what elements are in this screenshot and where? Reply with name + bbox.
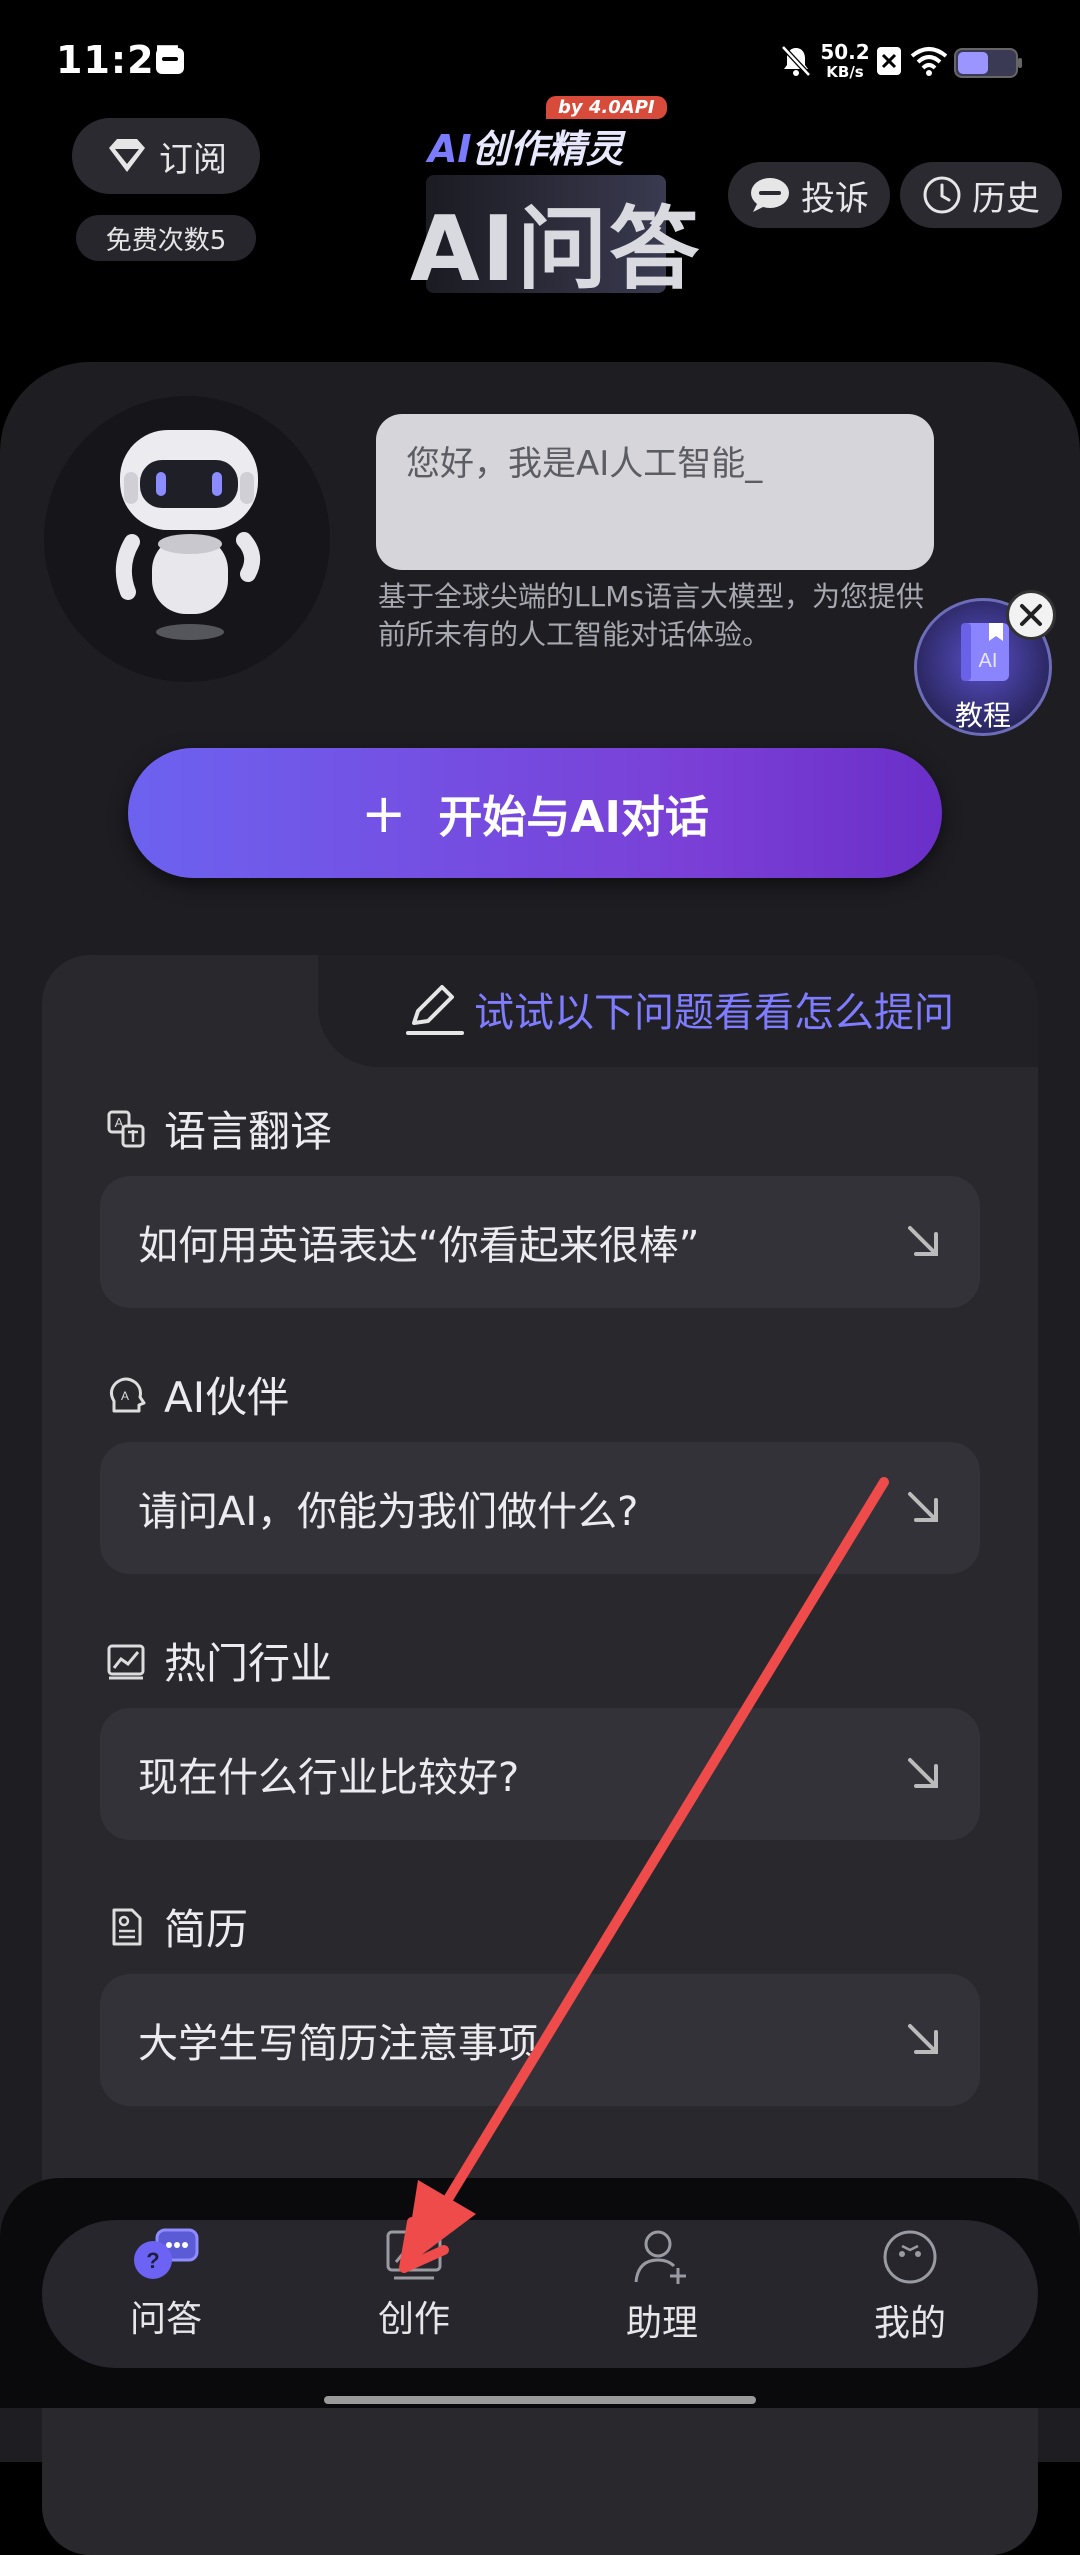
mute-bell-icon — [781, 45, 811, 77]
start-chat-button[interactable]: + 开始与AI对话 — [128, 748, 942, 878]
complaint-button[interactable]: 投诉 — [728, 162, 890, 228]
start-chat-label: 开始与AI对话 — [438, 792, 709, 843]
assistant-user-icon — [634, 2230, 686, 2284]
complaint-label: 投诉 — [801, 178, 869, 219]
category-title-text: 语言翻译 — [164, 1107, 333, 1156]
brand-logo-ai: AI — [428, 127, 472, 171]
trend-chart-icon — [107, 1644, 145, 1679]
category-title-ai-partner: A AI伙伴 — [106, 1364, 289, 1425]
close-icon — [1020, 604, 1042, 626]
tutorial-close-button[interactable] — [1006, 590, 1056, 640]
category-title-text: AI伙伴 — [164, 1373, 290, 1422]
clock-icon — [923, 176, 961, 214]
svg-text:A: A — [121, 1389, 129, 1403]
robot-mascot-icon — [115, 430, 261, 640]
arrow-down-right-icon — [908, 2024, 938, 2054]
create-chart-icon — [386, 2230, 442, 2280]
pencil-edit-icon — [406, 985, 464, 1035]
question-text: 请问AI，你能为我们做什么? — [138, 1489, 639, 1535]
nav-item-create[interactable]: 创作 — [334, 2228, 494, 2358]
nav-label: 创作 — [377, 2299, 450, 2340]
profile-face-icon — [883, 2230, 937, 2284]
translate-icon: A — [107, 1110, 145, 1147]
history-label: 历史 — [972, 178, 1040, 219]
subscribe-button[interactable]: 订阅 — [72, 118, 260, 194]
category-title-industry: 热门行业 — [106, 1630, 332, 1691]
nav-label: 我的 — [873, 2303, 946, 2344]
nav-item-profile[interactable]: 我的 — [830, 2228, 990, 2358]
nav-item-qa[interactable]: ? 问答 — [86, 2228, 246, 2358]
category-title-text: 简历 — [164, 1905, 249, 1954]
brand-logo: AI创作精灵 — [428, 118, 624, 173]
book-icon-text: AI — [979, 650, 998, 672]
qa-chat-icon: ? — [134, 2228, 199, 2279]
brand-badge: by 4.0API — [546, 96, 667, 119]
plus-icon: + — [361, 781, 407, 845]
nav-label: 问答 — [129, 2299, 202, 2340]
network-speed-unit: KB/s — [826, 63, 864, 81]
network-speed-value: 50.2 — [820, 40, 870, 64]
intro-description: 基于全球尖端的LLMs语言大模型，为您提供前所未有的人工智能对话体验。 — [378, 580, 924, 651]
category-title-translation: A 语言翻译 — [106, 1098, 332, 1159]
question-text: 现在什么行业比较好? — [138, 1755, 520, 1801]
nav-item-assistant[interactable]: 助理 — [582, 2228, 742, 2358]
category-title-resume: 简历 — [106, 1896, 248, 1957]
question-card-industry[interactable]: 现在什么行业比较好? — [100, 1708, 980, 1840]
ai-partner-icon: A — [109, 1377, 146, 1412]
book-icon: AI — [961, 623, 1009, 681]
brand-logo-name: 创作精灵 — [471, 127, 624, 171]
page-title: AI问答 — [410, 197, 702, 302]
diamond-icon — [109, 139, 145, 172]
message-notification-icon — [156, 48, 184, 74]
chat-bubble-icon — [751, 178, 789, 212]
arrow-down-right-icon — [908, 1758, 938, 1788]
arrow-down-right-icon — [908, 1226, 938, 1256]
sim-disabled-icon — [877, 47, 901, 75]
free-count-badge: 免费次数5 — [76, 215, 256, 261]
question-text: 如何用英语表达“你看起来很棒” — [138, 1223, 700, 1269]
question-card-resume[interactable]: 大学生写简历注意事项 — [100, 1974, 980, 2106]
question-card-ai-partner[interactable]: 请问AI，你能为我们做什么? — [100, 1442, 980, 1574]
network-speed: 50.2 KB/s — [820, 42, 870, 82]
subscribe-label: 订阅 — [159, 139, 227, 180]
svg-text:?: ? — [146, 2248, 159, 2273]
question-text: 大学生写简历注意事项 — [138, 2021, 538, 2067]
tutorial-label: 教程 — [954, 699, 1011, 732]
category-title-text: 热门行业 — [164, 1639, 333, 1688]
wifi-icon — [910, 47, 948, 76]
home-indicator[interactable] — [324, 2396, 756, 2404]
resume-icon — [112, 1908, 142, 1945]
suggestions-hint-text: 试试以下问题看看怎么提问 — [474, 990, 954, 1036]
history-button[interactable]: 历史 — [900, 162, 1062, 228]
greeting-bubble: 您好，我是AI人工智能_ — [376, 414, 934, 570]
battery-icon — [954, 48, 1022, 78]
arrow-down-right-icon — [908, 1492, 938, 1522]
nav-label: 助理 — [625, 2303, 698, 2344]
suggestions-hint: 试试以下问题看看怎么提问 — [404, 980, 954, 1038]
question-card-translation[interactable]: 如何用英语表达“你看起来很棒” — [100, 1176, 980, 1308]
robot-avatar — [44, 396, 330, 682]
